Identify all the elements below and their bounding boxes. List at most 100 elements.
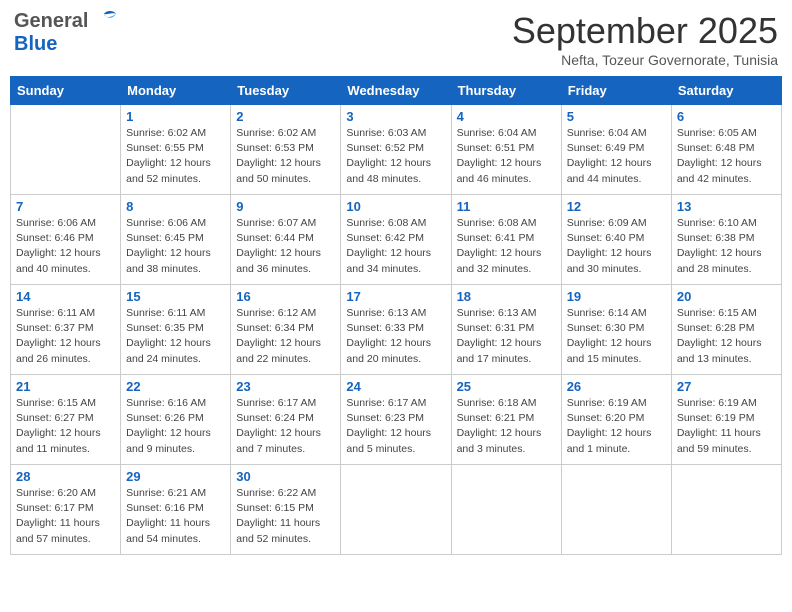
calendar-day-cell: 18 Sunrise: 6:13 AMSunset: 6:31 PMDayligh… — [451, 285, 561, 375]
day-number: 29 — [126, 469, 225, 484]
calendar-day-cell: 16Sunrise: 6:12 AMSunset: 6:34 PMDayligh… — [231, 285, 341, 375]
calendar-day-cell: 27 Sunrise: 6:19 AMSunset: 6:19 PMDayligh… — [671, 375, 781, 465]
day-number: 7 — [16, 199, 115, 214]
calendar-day-cell: 3 Sunrise: 6:03 AMSunset: 6:52 PMDaylight… — [341, 105, 451, 195]
day-number: 6 — [677, 109, 776, 124]
calendar-day-cell: 25 Sunrise: 6:18 AMSunset: 6:21 PMDayligh… — [451, 375, 561, 465]
day-info: Sunrise: 6:02 AMSunset: 6:53 PMDaylight:… — [236, 126, 335, 187]
day-info: Sunrise: 6:04 AMSunset: 6:49 PMDaylight:… — [567, 126, 666, 187]
day-number: 22 — [126, 379, 225, 394]
calendar-header-row: SundayMondayTuesdayWednesdayThursdayFrid… — [11, 77, 782, 105]
page-header: General Blue September 2025 Nefta, Tozeu… — [10, 10, 782, 68]
day-number: 4 — [457, 109, 556, 124]
title-area: September 2025 Nefta, Tozeur Governorate… — [512, 10, 778, 68]
calendar-week-row: 7 Sunrise: 6:06 AMSunset: 6:46 PMDaylight… — [11, 195, 782, 285]
calendar-day-cell — [341, 465, 451, 555]
day-info: Sunrise: 6:11 AMSunset: 6:35 PMDaylight:… — [126, 306, 225, 367]
month-title: September 2025 — [512, 10, 778, 52]
calendar-day-cell: 19 Sunrise: 6:14 AMSunset: 6:30 PMDayligh… — [561, 285, 671, 375]
day-number: 5 — [567, 109, 666, 124]
day-number: 19 — [567, 289, 666, 304]
weekday-header: Saturday — [671, 77, 781, 105]
calendar-day-cell: 28 Sunrise: 6:20 AMSunset: 6:17 PMDayligh… — [11, 465, 121, 555]
calendar-day-cell: 13 Sunrise: 6:10 AMSunset: 6:38 PMDayligh… — [671, 195, 781, 285]
day-info: Sunrise: 6:13 AMSunset: 6:33 PMDaylight:… — [346, 306, 445, 367]
day-info: Sunrise: 6:08 AMSunset: 6:42 PMDaylight:… — [346, 216, 445, 277]
day-info: Sunrise: 6:17 AMSunset: 6:23 PMDaylight:… — [346, 396, 445, 457]
calendar-day-cell: 7 Sunrise: 6:06 AMSunset: 6:46 PMDaylight… — [11, 195, 121, 285]
day-number: 25 — [457, 379, 556, 394]
calendar-day-cell: 5 Sunrise: 6:04 AMSunset: 6:49 PMDaylight… — [561, 105, 671, 195]
day-number: 18 — [457, 289, 556, 304]
day-info: Sunrise: 6:18 AMSunset: 6:21 PMDaylight:… — [457, 396, 556, 457]
calendar-day-cell: 8 Sunrise: 6:06 AMSunset: 6:45 PMDaylight… — [121, 195, 231, 285]
calendar-day-cell: 17 Sunrise: 6:13 AMSunset: 6:33 PMDayligh… — [341, 285, 451, 375]
calendar-week-row: 14 Sunrise: 6:11 AMSunset: 6:37 PMDayligh… — [11, 285, 782, 375]
calendar-day-cell: 12Sunrise: 6:09 AMSunset: 6:40 PMDayligh… — [561, 195, 671, 285]
calendar-day-cell: 14 Sunrise: 6:11 AMSunset: 6:37 PMDayligh… — [11, 285, 121, 375]
day-info: Sunrise: 6:03 AMSunset: 6:52 PMDaylight:… — [346, 126, 445, 187]
day-number: 14 — [16, 289, 115, 304]
day-info: Sunrise: 6:14 AMSunset: 6:30 PMDaylight:… — [567, 306, 666, 367]
day-info: Sunrise: 6:06 AMSunset: 6:46 PMDaylight:… — [16, 216, 115, 277]
day-info: Sunrise: 6:19 AMSunset: 6:19 PMDaylight:… — [677, 396, 776, 457]
day-number: 1 — [126, 109, 225, 124]
calendar-day-cell — [671, 465, 781, 555]
calendar-day-cell: 26 Sunrise: 6:19 AMSunset: 6:20 PMDayligh… — [561, 375, 671, 465]
day-info: Sunrise: 6:16 AMSunset: 6:26 PMDaylight:… — [126, 396, 225, 457]
calendar-day-cell: 29Sunrise: 6:21 AMSunset: 6:16 PMDayligh… — [121, 465, 231, 555]
day-info: Sunrise: 6:05 AMSunset: 6:48 PMDaylight:… — [677, 126, 776, 187]
calendar-day-cell: 24 Sunrise: 6:17 AMSunset: 6:23 PMDayligh… — [341, 375, 451, 465]
day-info: Sunrise: 6:08 AMSunset: 6:41 PMDaylight:… — [457, 216, 556, 277]
day-info: Sunrise: 6:20 AMSunset: 6:17 PMDaylight:… — [16, 486, 115, 547]
calendar-week-row: 1 Sunrise: 6:02 AMSunset: 6:55 PMDaylight… — [11, 105, 782, 195]
day-number: 27 — [677, 379, 776, 394]
day-number: 23 — [236, 379, 335, 394]
calendar-day-cell: 2 Sunrise: 6:02 AMSunset: 6:53 PMDaylight… — [231, 105, 341, 195]
day-number: 26 — [567, 379, 666, 394]
day-info: Sunrise: 6:22 AMSunset: 6:15 PMDaylight:… — [236, 486, 335, 547]
weekday-header: Thursday — [451, 77, 561, 105]
day-number: 8 — [126, 199, 225, 214]
calendar-day-cell — [561, 465, 671, 555]
calendar-table: SundayMondayTuesdayWednesdayThursdayFrid… — [10, 76, 782, 555]
day-number: 3 — [346, 109, 445, 124]
weekday-header: Tuesday — [231, 77, 341, 105]
calendar-day-cell: 6 Sunrise: 6:05 AMSunset: 6:48 PMDaylight… — [671, 105, 781, 195]
day-info: Sunrise: 6:11 AMSunset: 6:37 PMDaylight:… — [16, 306, 115, 367]
day-number: 12 — [567, 199, 666, 214]
day-number: 17 — [346, 289, 445, 304]
location-text: Nefta, Tozeur Governorate, Tunisia — [512, 52, 778, 68]
calendar-day-cell: 21Sunrise: 6:15 AMSunset: 6:27 PMDayligh… — [11, 375, 121, 465]
calendar-day-cell: 20Sunrise: 6:15 AMSunset: 6:28 PMDayligh… — [671, 285, 781, 375]
day-number: 2 — [236, 109, 335, 124]
calendar-day-cell: 10 Sunrise: 6:08 AMSunset: 6:42 PMDayligh… — [341, 195, 451, 285]
day-info: Sunrise: 6:12 AMSunset: 6:34 PMDaylight:… — [236, 306, 335, 367]
weekday-header: Monday — [121, 77, 231, 105]
day-number: 30 — [236, 469, 335, 484]
day-info: Sunrise: 6:10 AMSunset: 6:38 PMDaylight:… — [677, 216, 776, 277]
day-info: Sunrise: 6:04 AMSunset: 6:51 PMDaylight:… — [457, 126, 556, 187]
day-number: 13 — [677, 199, 776, 214]
day-info: Sunrise: 6:02 AMSunset: 6:55 PMDaylight:… — [126, 126, 225, 187]
calendar-week-row: 28 Sunrise: 6:20 AMSunset: 6:17 PMDayligh… — [11, 465, 782, 555]
day-info: Sunrise: 6:19 AMSunset: 6:20 PMDaylight:… — [567, 396, 666, 457]
day-number: 10 — [346, 199, 445, 214]
calendar-day-cell: 4 Sunrise: 6:04 AMSunset: 6:51 PMDaylight… — [451, 105, 561, 195]
calendar-day-cell: 9Sunrise: 6:07 AMSunset: 6:44 PMDaylight… — [231, 195, 341, 285]
day-info: Sunrise: 6:06 AMSunset: 6:45 PMDaylight:… — [126, 216, 225, 277]
day-info: Sunrise: 6:17 AMSunset: 6:24 PMDaylight:… — [236, 396, 335, 457]
weekday-header: Friday — [561, 77, 671, 105]
day-number: 28 — [16, 469, 115, 484]
logo-general-text: General — [14, 10, 88, 33]
calendar-day-cell — [451, 465, 561, 555]
day-number: 21 — [16, 379, 115, 394]
calendar-day-cell: 11Sunrise: 6:08 AMSunset: 6:41 PMDayligh… — [451, 195, 561, 285]
day-info: Sunrise: 6:13 AMSunset: 6:31 PMDaylight:… — [457, 306, 556, 367]
logo-blue-text: Blue — [14, 33, 57, 55]
day-info: Sunrise: 6:07 AMSunset: 6:44 PMDaylight:… — [236, 216, 335, 277]
calendar-day-cell: 30 Sunrise: 6:22 AMSunset: 6:15 PMDayligh… — [231, 465, 341, 555]
logo-bird-icon — [90, 10, 118, 32]
calendar-day-cell: 23 Sunrise: 6:17 AMSunset: 6:24 PMDayligh… — [231, 375, 341, 465]
day-number: 24 — [346, 379, 445, 394]
